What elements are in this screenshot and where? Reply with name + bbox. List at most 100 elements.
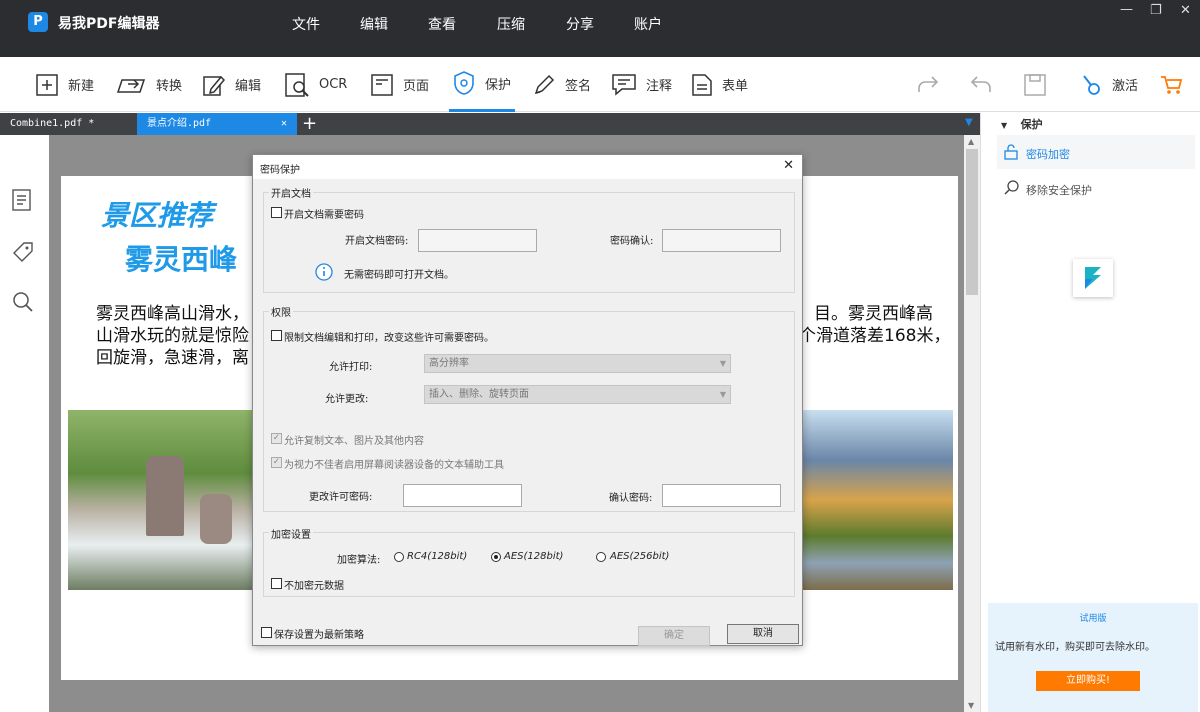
vertical-scrollbar[interactable]: ▲ ▼ [964, 135, 980, 712]
convert-icon [116, 78, 146, 93]
open-require-label: 开启文档需要密码 [284, 210, 364, 221]
cart-button[interactable] [1160, 57, 1192, 112]
open-require-checkbox[interactable] [271, 207, 282, 218]
buy-now-button[interactable]: 立即购买! [1036, 671, 1140, 691]
redo-icon [918, 75, 939, 92]
new-tab-plus-icon[interactable]: + [302, 113, 317, 135]
algo-aes256-label: AES(256bit) [610, 551, 670, 562]
toolbar-convert-label: 转换 [156, 79, 183, 94]
allow-print-value: 高分辨率 [429, 358, 469, 369]
toolbar-edit-label: 编辑 [235, 79, 262, 94]
save-default-checkbox[interactable] [261, 627, 272, 638]
dialog-close-icon[interactable]: ✕ [783, 158, 794, 173]
open-group-label: 开启文档 [269, 185, 313, 200]
tab-list-dropdown-icon[interactable]: ▼ [965, 117, 973, 128]
algo-aes128-label: AES(128bit) [504, 551, 564, 562]
float-widget-icon[interactable] [1073, 259, 1113, 297]
menu-compress[interactable]: 压缩 [497, 14, 525, 34]
toolbar-ocr-button[interactable]: OCR [285, 57, 347, 112]
cart-icon [1161, 75, 1182, 94]
form-icon [692, 73, 712, 96]
cancel-button[interactable]: 取消 [727, 624, 799, 644]
toolbar-protect-button[interactable]: 保护 [449, 57, 516, 112]
app-logo-icon: P [28, 12, 48, 32]
stone-monument [146, 456, 184, 536]
stone-rock [200, 494, 232, 544]
redo-button[interactable] [917, 57, 949, 112]
ok-button[interactable]: 确定 [638, 626, 710, 646]
protect-section-header[interactable]: ▼ 保护 [1001, 116, 1043, 132]
minimize-icon[interactable]: — [1120, 2, 1133, 17]
change-password-label: 更改许可密码: [309, 492, 373, 503]
toolbar-form-label: 表单 [722, 79, 749, 94]
no-metadata-label: 不加密元数据 [284, 581, 344, 592]
activate-button[interactable]: 激活 [1082, 57, 1138, 112]
right-panel: ▼ 保护 密码加密 移除安全保护 试用版 试用新有水印，购买即可去除水印。 立即… [980, 113, 1200, 712]
allow-change-select[interactable]: 插入、删除、旋转页面 ▼ [424, 385, 731, 404]
open-confirm-label: 密码确认: [610, 236, 654, 247]
scrollbar-thumb[interactable] [966, 149, 978, 295]
open-password-label: 开启文档密码: [345, 236, 409, 247]
tab-close-icon[interactable]: ✕ [281, 113, 287, 135]
edit-icon [203, 75, 225, 96]
scroll-down-icon[interactable]: ▼ [968, 701, 974, 710]
toolbar-convert-button[interactable]: 转换 [116, 57, 182, 112]
toolbar-page-label: 页面 [403, 79, 430, 94]
trial-title: 试用版 [1079, 614, 1107, 624]
new-icon [36, 73, 58, 96]
change-password-input[interactable] [403, 484, 522, 507]
allow-copy-checkbox[interactable]: ✓ [271, 433, 282, 444]
remove-security-item[interactable]: 移除安全保护 [997, 175, 1195, 201]
restrict-checkbox[interactable] [271, 330, 282, 341]
menu-account[interactable]: 账户 [634, 14, 662, 34]
no-metadata-checkbox[interactable] [271, 578, 282, 589]
algorithm-label: 加密算法: [337, 555, 381, 566]
allow-copy-label: 允许复制文本、图片及其他内容 [284, 436, 424, 447]
close-window-icon[interactable]: ✕ [1180, 3, 1191, 18]
save-button[interactable] [1024, 57, 1056, 112]
pen-icon [534, 74, 555, 94]
save-default-label: 保存设置为最新策略 [274, 630, 364, 641]
allow-access-checkbox[interactable]: ✓ [271, 457, 282, 468]
toolbar-new-button[interactable]: 新建 [36, 57, 94, 112]
password-protect-dialog: 密码保护 ✕ 开启文档 开启文档需要密码 开启文档密码: 密码确认: 无需密码即… [252, 154, 803, 646]
info-icon [315, 263, 333, 281]
toolbar-form-button[interactable]: 表单 [692, 57, 748, 112]
toolbar-page-button[interactable]: 页面 [371, 57, 429, 112]
allow-print-select[interactable]: 高分辨率 ▼ [424, 354, 731, 373]
ocr-icon [285, 72, 309, 97]
app-name: 易我PDF编辑器 [58, 16, 160, 32]
menu-share[interactable]: 分享 [566, 14, 594, 34]
tab-combine[interactable]: Combine1.pdf * [0, 113, 137, 135]
thumbnails-icon[interactable] [12, 189, 34, 211]
restore-icon[interactable]: ❐ [1150, 3, 1162, 18]
tab-scenic[interactable]: 景点介绍.pdf ✕ [137, 113, 297, 135]
algo-aes128-radio[interactable] [491, 552, 501, 562]
toolbar-sign-label: 签名 [565, 79, 592, 94]
protect-section-title: 保护 [1020, 118, 1043, 131]
algo-aes256-radio[interactable] [596, 552, 606, 562]
scroll-up-icon[interactable]: ▲ [968, 137, 974, 146]
menu-file[interactable]: 文件 [292, 14, 320, 34]
open-password-input[interactable] [418, 229, 537, 252]
save-icon [1024, 73, 1046, 96]
undo-button[interactable] [970, 57, 1002, 112]
menu-view[interactable]: 查看 [428, 14, 456, 34]
toolbar-sign-button[interactable]: 签名 [533, 57, 591, 112]
toolbar-edit-button[interactable]: 编辑 [203, 57, 261, 112]
doc-paragraph-line-2-right: 个滑道落差168米， [799, 326, 951, 346]
open-confirm-input[interactable] [662, 229, 781, 252]
toolbar-comment-label: 注释 [646, 79, 673, 94]
algo-rc4-radio[interactable] [394, 552, 404, 562]
shield-icon [454, 71, 474, 95]
toolbar-comment-button[interactable]: 注释 [612, 57, 672, 112]
trial-text: 试用新有水印，购买即可去除水印。 [995, 642, 1155, 653]
confirm-password-input[interactable] [662, 484, 781, 507]
confirm-password-label: 确认密码: [609, 493, 653, 504]
password-encrypt-item[interactable]: 密码加密 [997, 135, 1195, 169]
tag-icon[interactable] [12, 241, 34, 263]
waterfall-photo [68, 410, 254, 590]
search-icon[interactable] [12, 291, 34, 313]
menu-edit[interactable]: 编辑 [360, 14, 388, 34]
doc-paragraph-line-3-left: 回旋滑，急速滑，离 [96, 348, 249, 368]
